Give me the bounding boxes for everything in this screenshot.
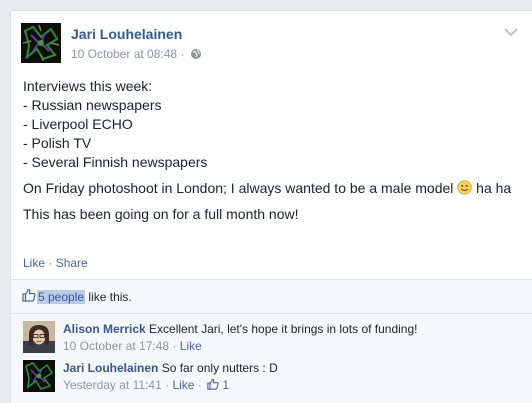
post-actions: Like · Share [23, 256, 88, 270]
body-list-item: - Russian newspapers [23, 97, 162, 113]
comment-timestamp[interactable]: 10 October at 17:48 [63, 339, 169, 353]
post-meta: 10 October at 08:48 · [71, 47, 202, 61]
body-list-item: - Several Finnish newspapers [23, 154, 208, 170]
avatar-image [21, 23, 61, 63]
comment-timestamp[interactable]: Yesterday at 11:41 [63, 378, 162, 392]
post-card: Jari Louhelainen 10 October at 08:48 · I… [10, 10, 532, 403]
comment-text: So far only nutters : D [161, 361, 278, 375]
post-timestamp[interactable]: 10 October at 08:48 [71, 47, 177, 61]
likes-summary: 5 people like this. [11, 280, 532, 314]
thumbs-up-icon [22, 288, 36, 302]
body-photoshoot: On Friday photoshoot in London; I always… [23, 179, 515, 198]
likes-count-link[interactable]: 5 people [37, 290, 85, 304]
photoshoot-text: On Friday photoshoot in London; I always… [23, 180, 454, 196]
post-header: Jari Louhelainen 10 October at 08:48 · [21, 23, 501, 65]
comment-item: Jari Louhelainen So far only nutters : D… [23, 360, 523, 394]
comment-author[interactable]: Jari Louhelainen [63, 361, 158, 375]
globe-icon[interactable] [190, 48, 202, 60]
comment-meta: Yesterday at 11:41 · Like · 1 [63, 378, 229, 392]
likes-text: 5 people like this. [37, 290, 132, 304]
body-intro: Interviews this week: [23, 78, 153, 94]
comment-text: Excellent Jari, let's hope it brings in … [149, 322, 418, 336]
comment-item: Alison Merrick Excellent Jari, let's hop… [23, 321, 523, 355]
likes-suffix: like this. [88, 290, 132, 304]
actions-separator: · [48, 256, 53, 270]
body-list-item: - Liverpool ECHO [23, 116, 133, 132]
thumbs-up-icon [207, 378, 219, 390]
commenter-avatar[interactable] [23, 321, 55, 353]
post-author-name[interactable]: Jari Louhelainen [71, 26, 182, 42]
share-link[interactable]: Share [56, 256, 88, 270]
chevron-down-icon[interactable] [504, 27, 518, 37]
body-list-item: - Polish TV [23, 135, 92, 151]
author-avatar[interactable] [21, 23, 61, 63]
commenter-avatar[interactable] [23, 360, 55, 392]
feedback-section: 5 people like this. Alison Merrick Excel… [11, 279, 532, 403]
like-link[interactable]: Like [23, 256, 45, 270]
comment-meta-separator: · [165, 378, 170, 392]
comment-like-count[interactable]: 1 [222, 378, 229, 392]
post-body-list: Interviews this week: - Russian newspape… [23, 77, 515, 172]
comment-like-link[interactable]: Like [180, 339, 202, 353]
meta-separator: · [180, 47, 185, 61]
comment-line: Alison Merrick Excellent Jari, let's hop… [63, 322, 417, 336]
comment-like-link[interactable]: Like [172, 378, 194, 392]
photoshoot-tail: ha ha [476, 180, 512, 196]
comment-like-separator: · [197, 378, 202, 392]
comment-meta: 10 October at 17:48 · Like [63, 339, 202, 353]
avatar-image [23, 321, 55, 353]
comment-line: Jari Louhelainen So far only nutters : D [63, 361, 278, 375]
comment-meta-separator: · [172, 339, 177, 353]
comment-author[interactable]: Alison Merrick [63, 322, 146, 336]
post-body: Interviews this week: - Russian newspape… [23, 77, 515, 231]
avatar-image [23, 360, 55, 392]
smile-emoji-icon [457, 180, 472, 195]
body-closing: This has been going on for a full month … [23, 206, 299, 222]
